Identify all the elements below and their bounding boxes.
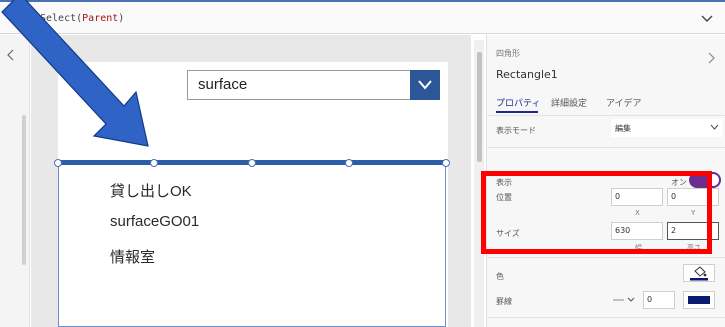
highlight-annotation <box>481 171 712 254</box>
chevron-down-icon <box>418 80 432 90</box>
tab-ideas[interactable]: アイデア <box>606 96 642 109</box>
chevron-right-icon[interactable] <box>707 52 715 64</box>
tab-properties[interactable]: プロパティ <box>496 96 540 109</box>
divider <box>487 115 725 116</box>
resize-handle-mid-left[interactable] <box>150 159 158 167</box>
control-name: Rectangle1 <box>496 68 558 81</box>
fill-color-button[interactable] <box>683 264 715 282</box>
border-label: 罫線 <box>496 297 512 306</box>
dropdown-value: surface <box>198 76 248 93</box>
annotation-arrow <box>1 0 149 147</box>
border-width-input[interactable]: 0 <box>643 291 675 309</box>
resize-handle-right[interactable] <box>442 159 450 167</box>
chevron-down-icon <box>710 124 719 130</box>
divider <box>487 147 725 148</box>
border-style-icon <box>613 297 635 302</box>
gallery-label-status: 貸し出しOK <box>110 183 192 200</box>
border-color-fill <box>688 296 710 304</box>
border-color-button[interactable] <box>683 291 715 309</box>
divider <box>487 317 725 318</box>
paint-bucket-icon <box>690 266 708 281</box>
color-label: 色 <box>496 272 504 281</box>
tab-advanced[interactable]: 詳細設定 <box>551 96 587 109</box>
border-width-value: 0 <box>647 295 653 304</box>
resize-handle-left[interactable] <box>54 159 62 167</box>
display-mode-label: 表示モード <box>496 126 536 135</box>
active-tab-indicator <box>496 111 538 113</box>
resize-handle-center[interactable] <box>248 159 256 167</box>
dropdown-control[interactable]: surface <box>187 70 440 100</box>
dropdown-button[interactable] <box>410 70 440 100</box>
gallery-label-location: 情報室 <box>110 249 156 266</box>
control-type: 四角形 <box>496 49 520 58</box>
display-mode-select[interactable]: 編集 <box>611 119 723 137</box>
display-mode-value: 編集 <box>615 124 631 133</box>
chevron-down-icon[interactable] <box>700 13 714 25</box>
gallery-label-device: surfaceGO01 <box>110 213 200 230</box>
resize-handle-mid-right[interactable] <box>345 159 353 167</box>
scrollbar-thumb[interactable] <box>477 52 482 162</box>
border-style-select[interactable] <box>611 291 639 309</box>
divider <box>487 257 725 258</box>
